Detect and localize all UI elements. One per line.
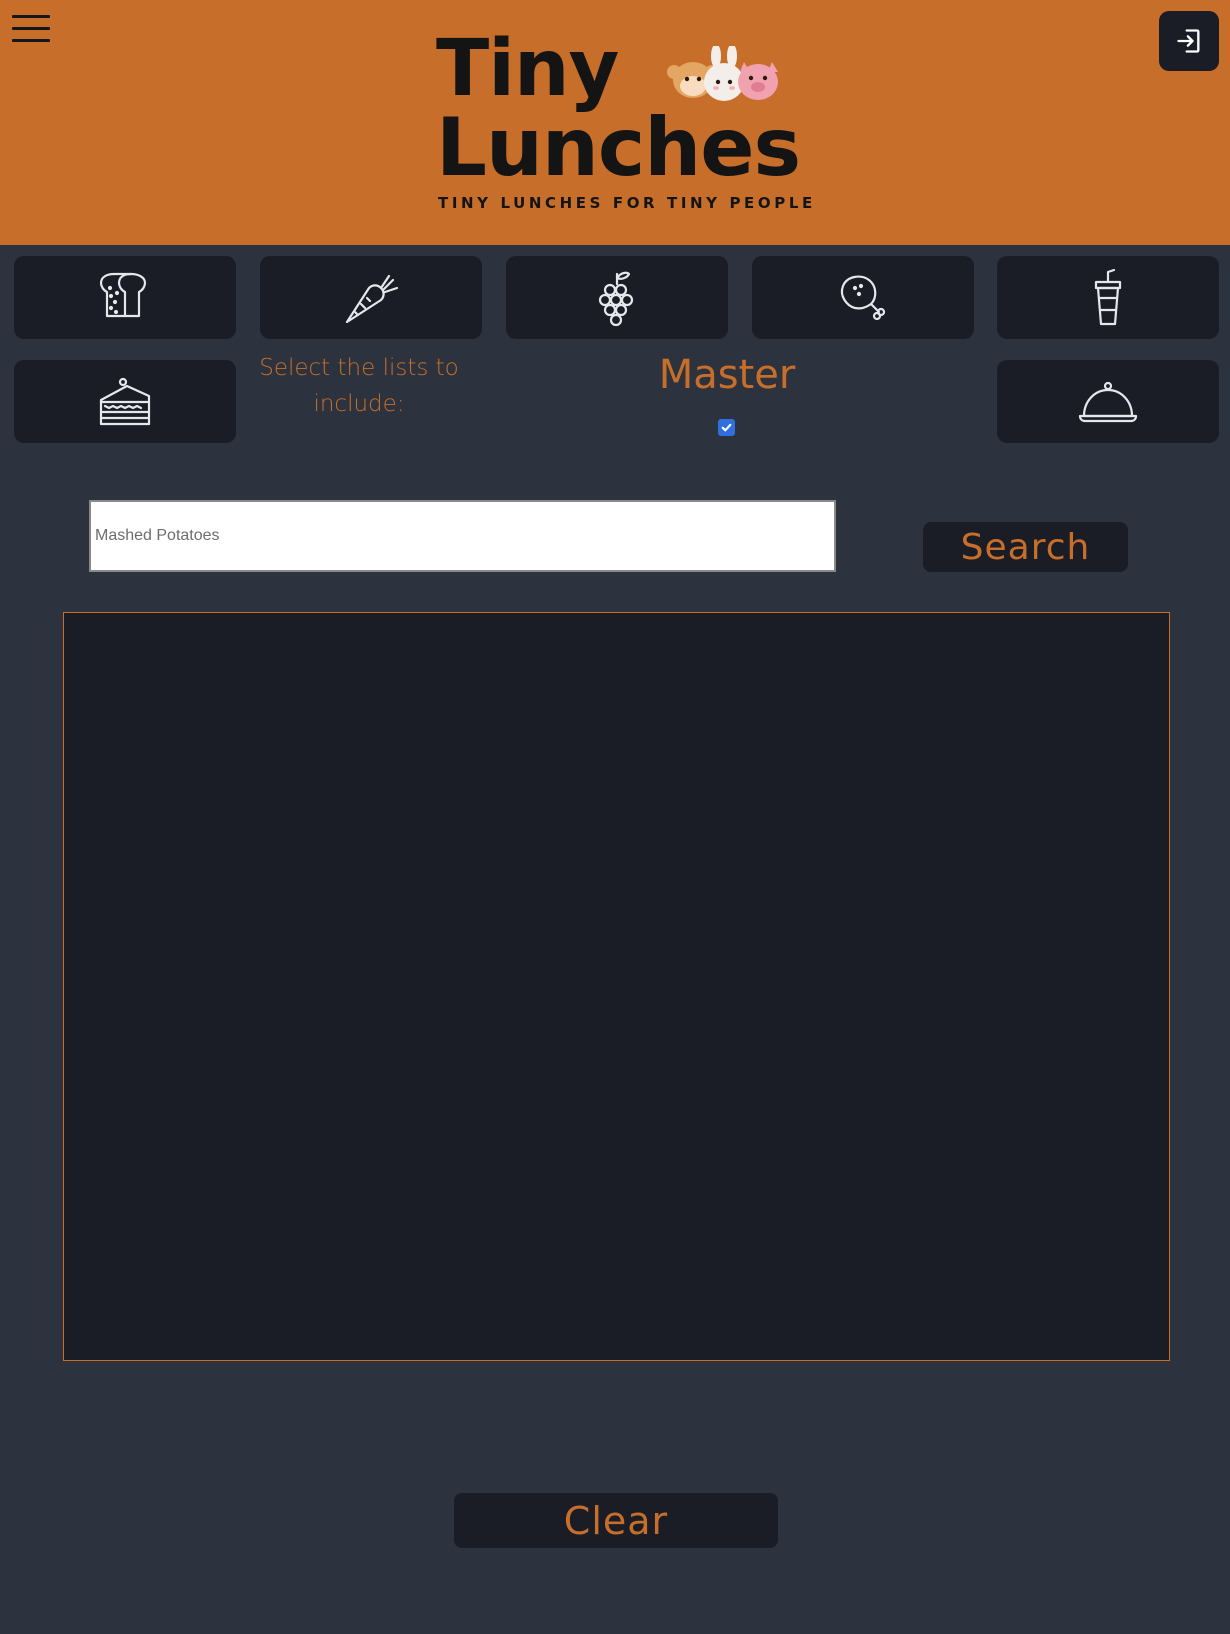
master-list-label: Master bbox=[658, 352, 796, 398]
category-protein-button[interactable] bbox=[752, 256, 974, 339]
drink-cup-icon bbox=[1094, 268, 1122, 325]
logo-title-line2: Lunches bbox=[436, 101, 801, 194]
hamburger-menu-icon[interactable] bbox=[12, 12, 52, 48]
chicken-leg-icon bbox=[840, 275, 886, 320]
logo: Tiny Lunches TINY LUNCHES FOR TINY PEOPL… bbox=[436, 24, 812, 220]
mascots-icon bbox=[667, 46, 778, 101]
header-bar: Tiny Lunches TINY LUNCHES FOR TINY PEOPL… bbox=[0, 0, 1230, 245]
serving-cloche-icon bbox=[1078, 381, 1138, 422]
category-bread-button[interactable] bbox=[14, 256, 236, 339]
search-button[interactable]: Search bbox=[923, 522, 1128, 572]
logo-tagline: TINY LUNCHES FOR TINY PEOPLE bbox=[438, 194, 816, 212]
category-drinks-button[interactable] bbox=[997, 256, 1219, 339]
category-fruit-button[interactable] bbox=[506, 256, 728, 339]
grapes-icon bbox=[598, 271, 634, 326]
category-vegetables-button[interactable] bbox=[260, 256, 482, 339]
category-meals-button[interactable] bbox=[997, 360, 1219, 443]
carrot-icon bbox=[345, 274, 399, 323]
results-panel bbox=[63, 612, 1170, 1361]
cake-slice-icon bbox=[99, 377, 151, 425]
master-list-checkbox[interactable] bbox=[718, 419, 735, 436]
checkmark-icon bbox=[721, 423, 732, 432]
search-input[interactable] bbox=[89, 500, 836, 572]
select-lists-label: Select the lists to include: bbox=[259, 355, 459, 417]
logo-title-line1: Tiny bbox=[436, 24, 619, 114]
sign-in-icon bbox=[1177, 29, 1200, 53]
clear-button[interactable]: Clear bbox=[454, 1493, 778, 1548]
bread-icon bbox=[99, 272, 147, 317]
category-dessert-button[interactable] bbox=[14, 360, 236, 443]
sign-in-button[interactable] bbox=[1159, 11, 1219, 71]
